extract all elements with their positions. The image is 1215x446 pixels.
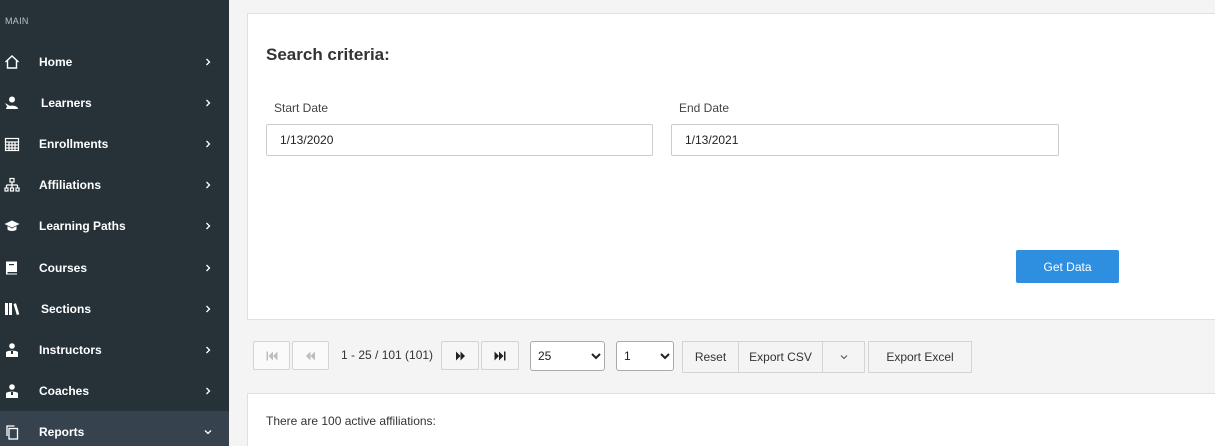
copy-icon [4, 424, 20, 440]
previous-page-button[interactable] [292, 341, 329, 370]
start-date-label: Start Date [274, 101, 329, 115]
next-page-button[interactable] [441, 341, 479, 370]
sidebar-item-label: Enrollments [39, 136, 109, 151]
end-date-label: End Date [679, 101, 730, 115]
chevron-right-icon [203, 98, 213, 108]
instructor-icon [4, 342, 20, 358]
sidebar-item-label: Learning Paths [39, 218, 126, 233]
sidebar-item-learners[interactable]: Learners [0, 82, 229, 123]
sidebar-item-instructors[interactable]: Instructors [0, 329, 229, 370]
last-page-button[interactable] [481, 341, 519, 370]
export-csv-button[interactable]: Export CSV [738, 341, 823, 373]
pager-status: 1 - 25 / 101 (101) [341, 348, 434, 362]
sidebar-item-label: Sections [41, 301, 92, 316]
book-icon [4, 260, 20, 276]
graduation-cap-icon [4, 218, 20, 234]
sidebar-section-label: MAIN [5, 16, 29, 26]
chevron-right-icon [203, 263, 213, 273]
chevron-right-icon [203, 304, 213, 314]
chevron-right-icon [203, 57, 213, 67]
org-chart-icon [4, 177, 20, 193]
first-page-button[interactable] [253, 341, 290, 370]
sidebar-item-label: Learners [41, 95, 92, 110]
sidebar-item-sections[interactable]: Sections [0, 288, 229, 329]
chevron-right-icon [203, 221, 213, 231]
results-panel: There are 100 active affiliations: [247, 393, 1215, 446]
sidebar-item-label: Affiliations [39, 177, 101, 192]
chevron-right-icon [203, 139, 213, 149]
sidebar-item-label: Reports [39, 424, 85, 439]
get-data-button[interactable]: Get Data [1016, 250, 1119, 283]
chevron-down-icon [839, 352, 849, 362]
export-excel-button[interactable]: Export Excel [868, 341, 972, 373]
search-criteria-panel: Search criteria: Start Date End Date Get… [247, 13, 1215, 320]
export-options-button[interactable] [822, 341, 865, 373]
sidebar-item-affiliations[interactable]: Affiliations [0, 164, 229, 205]
learner-icon [4, 95, 20, 111]
sidebar-item-home[interactable]: Home [0, 41, 229, 82]
sidebar-item-courses[interactable]: Courses [0, 247, 229, 288]
chevron-down-icon [203, 427, 213, 437]
results-summary: There are 100 active affiliations: [266, 414, 436, 428]
chevron-right-icon [203, 180, 213, 190]
last-page-icon [494, 351, 506, 361]
reset-button[interactable]: Reset [682, 341, 739, 373]
books-icon [4, 301, 20, 317]
next-page-icon [455, 351, 466, 361]
sidebar-item-label: Home [39, 54, 73, 69]
sidebar-item-label: Coaches [39, 383, 90, 398]
home-icon [4, 54, 20, 70]
search-criteria-heading: Search criteria: [266, 45, 390, 64]
page-size-select[interactable]: 25 [530, 341, 605, 371]
sidebar-item-label: Courses [39, 260, 88, 275]
sidebar-item-reports[interactable]: Reports [0, 411, 229, 446]
page-number-select[interactable]: 1 [616, 341, 674, 371]
first-page-icon [266, 351, 278, 361]
coach-icon [4, 383, 20, 399]
sidebar: MAIN Home Learners Enrollments Affiliati [0, 0, 229, 446]
sidebar-item-enrollments[interactable]: Enrollments [0, 123, 229, 164]
previous-page-icon [305, 351, 316, 361]
end-date-input[interactable] [671, 124, 1059, 156]
sidebar-item-learning-paths[interactable]: Learning Paths [0, 205, 229, 246]
start-date-input[interactable] [266, 124, 653, 156]
sidebar-item-coaches[interactable]: Coaches [0, 370, 229, 411]
calendar-icon [4, 136, 20, 152]
sidebar-item-label: Instructors [39, 342, 102, 357]
chevron-right-icon [203, 345, 213, 355]
chevron-right-icon [203, 386, 213, 396]
